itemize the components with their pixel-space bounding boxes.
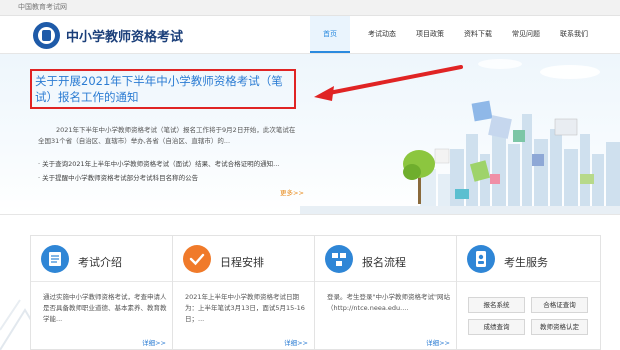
registration-flow-icon [325,245,353,273]
card-header: 报名流程 [315,236,458,282]
card-more-link[interactable]: 详细>> [142,337,166,347]
card-title[interactable]: 报名流程 [362,254,406,270]
nav-policy[interactable]: 项目政策 [408,16,452,53]
card-more-link[interactable]: 详细>> [284,337,308,347]
registration-system-button[interactable]: 报名系统 [468,297,525,313]
score-query-button[interactable]: 成绩查询 [468,319,525,335]
card-registration: 报名流程 登录。考生登录"中小学教师资格考试"网站（http://ntce.ne… [314,235,459,350]
news-item[interactable]: · 关于提醒中小学教师资格考试部分考试科目名称的公告 [38,172,198,182]
top-strip: 中国教育考试网 [0,0,620,16]
candidate-service-icon [467,245,495,273]
red-arrow-icon [314,65,463,101]
top-strip-text[interactable]: 中国教育考试网 [18,2,67,12]
card-header: 日程安排 [173,236,316,282]
headline-link[interactable]: 关于开展2021年下半年中小学教师资格考试（笔试）报名工作的通知 [35,73,293,105]
news-item[interactable]: · 关于查询2021年上半年中小学教师资格考试（面试）结果、考试合格证明的通知.… [38,158,279,168]
nav-faq[interactable]: 常见问题 [504,16,548,53]
card-body: 登录。考生登录"中小学教师资格考试"网站（http://ntce.neea.ed… [327,293,450,312]
card-more-link[interactable]: 详细>> [426,337,450,347]
card-candidate-service: 考生服务 报名系统 合格证查询 成绩查询 教师资格认定 [456,235,601,350]
nav-exam-news[interactable]: 考试动态 [360,16,404,53]
card-exam-intro: 考试介绍 通过实施中小学教师资格考试，考查申请人是否具备教师职业道德、基本素养、… [30,235,175,350]
card-schedule: 日程安排 2021年上半年中小学教师资格考试日期为：上半年笔试3月13日，面试5… [172,235,317,350]
teacher-certification-button[interactable]: 教师资格认定 [531,319,588,335]
section-divider [0,214,620,215]
site-logo-icon[interactable] [33,22,60,49]
certificate-query-button[interactable]: 合格证查询 [531,297,588,313]
nav-contact[interactable]: 联系我们 [552,16,596,53]
card-title[interactable]: 考生服务 [504,254,548,270]
card-title[interactable]: 考试介绍 [78,254,122,270]
card-header: 考试介绍 [31,236,174,282]
headline-summary: 2021年下半年中小学教师资格考试（笔试）报名工作将于9月2日开始，此次笔试在全… [38,126,296,145]
site-header: 中小学教师资格考试 首页 考试动态 项目政策 资料下载 常见问题 联系我们 [0,16,620,54]
card-body: 2021年上半年中小学教师资格考试日期为：上半年笔试3月13日，面试5月15-1… [185,293,305,323]
more-link[interactable]: 更多>> [280,187,304,197]
card-body: 通过实施中小学教师资格考试，考查申请人是否具备教师职业道德、基本素养、教育教学能… [43,293,167,323]
nav-downloads[interactable]: 资料下载 [456,16,500,53]
exam-intro-icon [41,245,69,273]
site-title[interactable]: 中小学教师资格考试 [66,26,183,45]
nav-home[interactable]: 首页 [310,16,350,53]
card-header: 考生服务 [457,236,600,282]
card-title[interactable]: 日程安排 [220,254,264,270]
schedule-check-icon [183,245,211,273]
